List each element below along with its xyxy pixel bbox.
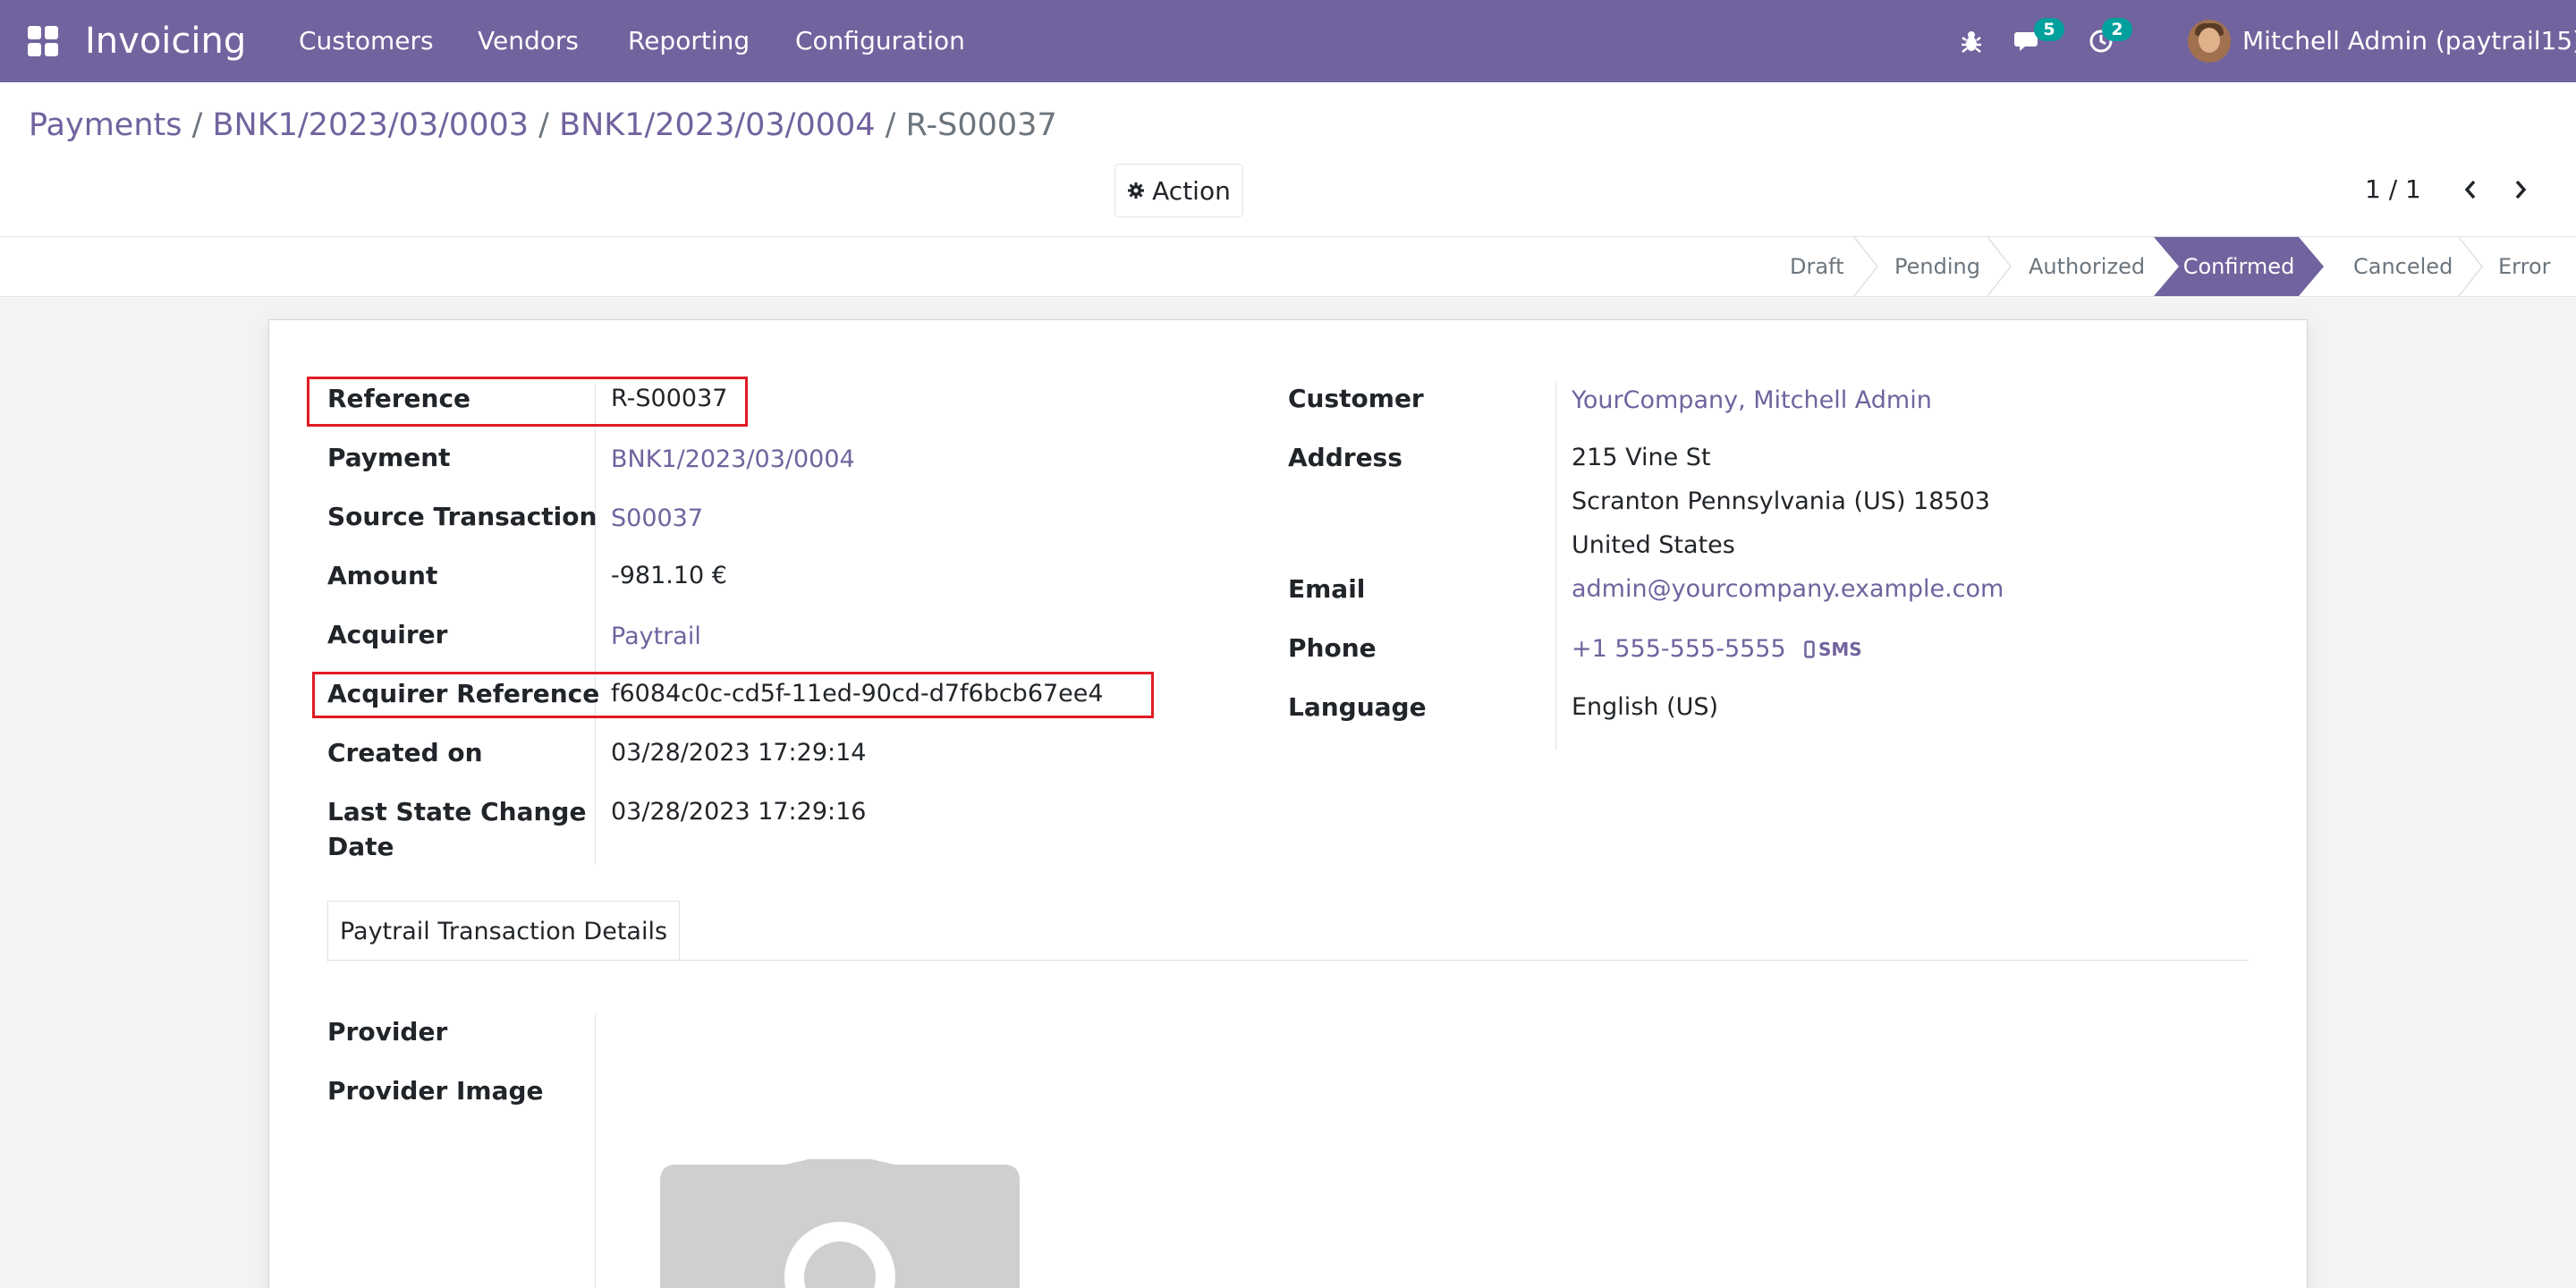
phone-link[interactable]: +1 555-555-5555 <box>1572 632 1786 666</box>
status-canceled[interactable]: Canceled <box>2353 237 2453 296</box>
messages-counter-badge: 5 <box>2034 18 2064 41</box>
customer-link[interactable]: YourCompany, Mitchell Admin <box>1572 384 1932 418</box>
last-state-change-label-line2: Date <box>327 832 394 861</box>
debug-bug-icon[interactable] <box>1957 27 1986 55</box>
activities-counter-badge: 2 <box>2102 18 2132 41</box>
camera-placeholder-icon <box>660 1159 1020 1288</box>
payment-label: Payment <box>327 443 451 472</box>
acquirer-reference-highlight-box <box>312 672 1154 718</box>
action-button-label: Action <box>1152 175 1231 206</box>
status-separator <box>1987 237 2012 296</box>
acquirer-label: Acquirer <box>327 620 448 649</box>
address-line-1: 215 Vine St <box>1572 444 1711 471</box>
mobile-phone-icon <box>1804 640 1815 658</box>
breadcrumb-bnk1-0003[interactable]: BNK1/2023/03/0003 <box>213 107 529 143</box>
gear-icon <box>1128 182 1145 199</box>
address-line-2: Scranton Pennsylvania (US) 18503 <box>1572 487 1990 515</box>
breadcrumb: Payments / BNK1/2023/03/0003 / BNK1/2023… <box>29 104 1057 147</box>
created-on-label: Created on <box>327 738 483 767</box>
source-transaction-link[interactable]: S00037 <box>611 502 703 536</box>
status-separator <box>1853 237 1878 296</box>
provider-image-label: Provider Image <box>327 1076 544 1106</box>
last-state-change-value: 03/28/2023 17:29:16 <box>611 798 867 826</box>
pager-next-button[interactable] <box>2501 170 2540 209</box>
tab-underline <box>327 960 2249 961</box>
email-label: Email <box>1288 574 1366 604</box>
menu-customers[interactable]: Customers <box>299 25 434 57</box>
language-value: English (US) <box>1572 693 1719 721</box>
address-label: Address <box>1288 443 1402 472</box>
created-on-value: 03/28/2023 17:29:14 <box>611 739 867 767</box>
email-link[interactable]: admin@yourcompany.example.com <box>1572 572 2004 606</box>
status-draft[interactable]: Draft <box>1790 237 1844 296</box>
right-group-divider <box>1555 383 1556 750</box>
menu-configuration[interactable]: Configuration <box>795 25 965 57</box>
tab-paytrail-transaction-details[interactable]: Paytrail Transaction Details <box>327 901 680 962</box>
source-transaction-label: Source Transaction <box>327 502 597 531</box>
breadcrumb-separator: / <box>538 107 560 143</box>
breadcrumb-separator: / <box>885 107 906 143</box>
status-error[interactable]: Error <box>2498 237 2551 296</box>
language-label: Language <box>1288 692 1427 722</box>
payment-link[interactable]: BNK1/2023/03/0004 <box>611 443 855 477</box>
sms-button[interactable]: SMS <box>1804 638 1862 661</box>
last-state-change-label: Last State Change <box>327 797 587 826</box>
amount-value: -981.10 € <box>611 562 727 589</box>
reference-highlight-box <box>307 377 748 427</box>
action-button[interactable]: Action <box>1114 164 1243 217</box>
menu-reporting[interactable]: Reporting <box>628 25 750 57</box>
status-authorized[interactable]: Authorized <box>2029 237 2145 296</box>
status-bar: Draft Pending Authorized Confirmed Cance… <box>0 236 2576 297</box>
top-navbar: Invoicing Customers Vendors Reporting Co… <box>0 0 2576 82</box>
acquirer-link[interactable]: Paytrail <box>611 620 701 654</box>
chevron-right-icon <box>2515 180 2527 199</box>
menu-vendors[interactable]: Vendors <box>478 25 579 57</box>
breadcrumb-payments[interactable]: Payments <box>29 107 182 143</box>
status-confirmed-active[interactable]: Confirmed <box>2154 237 2324 296</box>
status-pending[interactable]: Pending <box>1894 237 1980 296</box>
user-avatar[interactable] <box>2188 20 2231 63</box>
app-name[interactable]: Invoicing <box>85 19 246 64</box>
status-separator <box>2458 237 2483 296</box>
breadcrumb-current: R-S00037 <box>905 107 1057 143</box>
breadcrumb-bnk1-0004[interactable]: BNK1/2023/03/0004 <box>559 107 875 143</box>
pager-value[interactable]: 1 / 1 <box>2365 174 2421 206</box>
user-menu-name[interactable]: Mitchell Admin (paytrail15) <box>2242 25 2576 57</box>
amount-label: Amount <box>327 561 438 590</box>
app-menu-icon[interactable] <box>28 26 58 56</box>
pager-previous-button[interactable] <box>2451 170 2490 209</box>
tab-group-divider <box>595 1014 596 1288</box>
left-group-divider <box>595 383 596 864</box>
customer-label: Customer <box>1288 384 1424 413</box>
phone-label: Phone <box>1288 633 1377 663</box>
chevron-left-icon <box>2464 180 2476 199</box>
breadcrumb-separator: / <box>191 107 213 143</box>
sms-button-label: SMS <box>1818 639 1862 660</box>
provider-label: Provider <box>327 1017 448 1046</box>
address-line-3: United States <box>1572 531 1735 559</box>
